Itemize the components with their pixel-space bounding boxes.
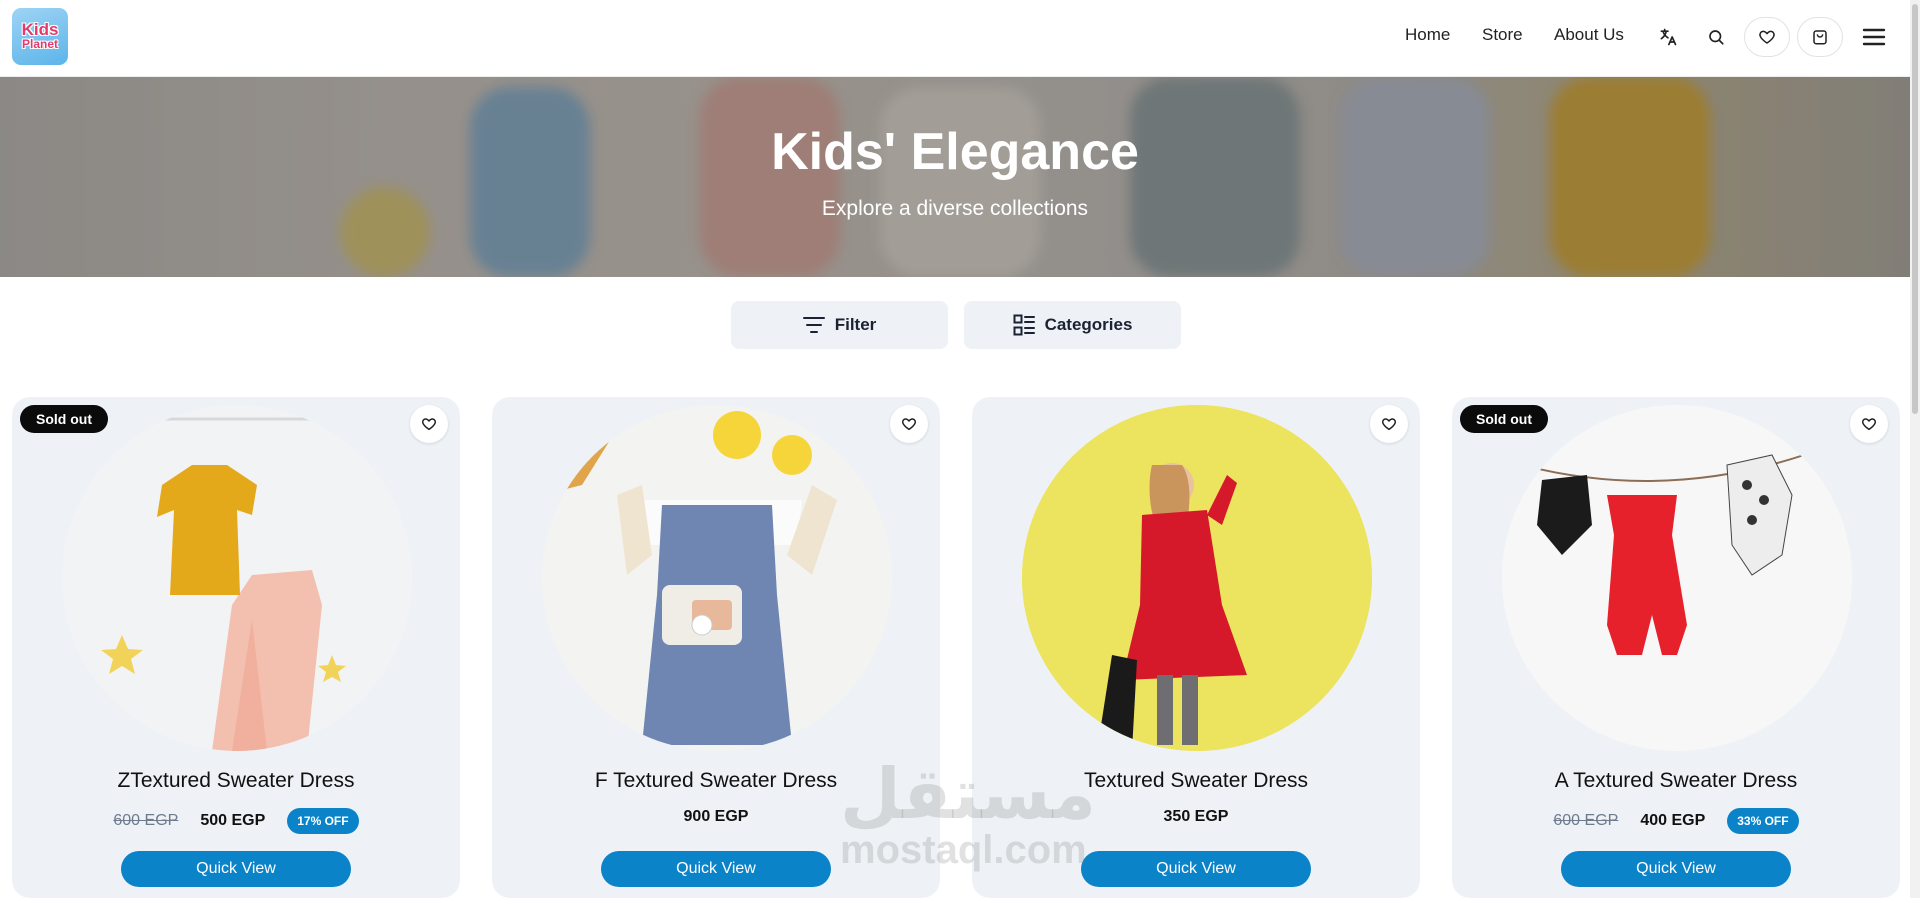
filter-label: Filter <box>834 315 877 334</box>
sold-out-badge: Sold out <box>20 405 108 433</box>
quick-view-button[interactable]: Quick View <box>1561 851 1791 887</box>
heart-icon <box>1759 30 1775 44</box>
heart-icon <box>1862 418 1876 431</box>
product-title[interactable]: F Textured Sweater Dress <box>492 769 940 793</box>
scrollbar-thumb[interactable] <box>1912 4 1918 414</box>
nav-store[interactable]: Store <box>1482 25 1523 45</box>
product-image[interactable] <box>1502 405 1852 751</box>
product-image[interactable] <box>542 405 892 751</box>
logo-text-kids: Kids <box>21 20 59 39</box>
product-title[interactable]: Textured Sweater Dress <box>972 769 1420 793</box>
add-to-wishlist-button[interactable] <box>1370 405 1408 443</box>
nav-home[interactable]: Home <box>1405 25 1450 45</box>
heart-icon <box>422 418 436 431</box>
price-row: 350 EGP <box>972 808 1420 826</box>
current-price: 900 EGP <box>683 808 749 825</box>
add-to-wishlist-button[interactable] <box>1850 405 1888 443</box>
sold-out-badge: Sold out <box>1460 405 1548 433</box>
wishlist-button[interactable] <box>1744 17 1790 57</box>
heart-icon <box>902 418 916 431</box>
categories-icon <box>1013 314 1035 336</box>
price-row: 900 EGP <box>492 808 940 826</box>
product-title[interactable]: ZTextured Sweater Dress <box>12 769 460 793</box>
categories-label: Categories <box>1044 315 1133 334</box>
nav-about-us[interactable]: About Us <box>1554 25 1624 45</box>
quick-view-button[interactable]: Quick View <box>601 851 831 887</box>
old-price: 600 EGP <box>1553 812 1619 829</box>
price-row: 600 EGP 400 EGP 33% OFF <box>1452 808 1900 834</box>
discount-badge: 17% OFF <box>287 808 359 834</box>
product-card[interactable]: Sold out ZTextured Sweater Dress 600 EGP… <box>12 397 460 898</box>
current-price: 350 EGP <box>1163 808 1229 825</box>
translate-icon[interactable] <box>1655 24 1681 50</box>
add-to-wishlist-button[interactable] <box>890 405 928 443</box>
kids-planet-logo[interactable]: Kids Planet <box>12 8 68 65</box>
current-price: 500 EGP <box>200 812 266 829</box>
product-image[interactable] <box>1022 405 1372 751</box>
hero-title: Kids' Elegance <box>771 123 1139 181</box>
product-card[interactable]: Textured Sweater Dress 350 EGP Quick Vie… <box>972 397 1420 898</box>
quick-view-button[interactable]: Quick View <box>121 851 351 887</box>
heart-icon <box>1382 418 1396 431</box>
current-price: 400 EGP <box>1640 812 1706 829</box>
product-title[interactable]: A Textured Sweater Dress <box>1452 769 1900 793</box>
page-scrollbar[interactable] <box>1910 0 1920 898</box>
cart-button[interactable] <box>1797 17 1843 57</box>
old-price: 600 EGP <box>113 812 179 829</box>
add-to-wishlist-button[interactable] <box>410 405 448 443</box>
discount-badge: 33% OFF <box>1727 808 1799 834</box>
categories-button[interactable]: Categories <box>964 301 1181 349</box>
product-image[interactable] <box>62 405 412 751</box>
filter-icon <box>802 317 825 333</box>
product-card[interactable]: F Textured Sweater Dress 900 EGP Quick V… <box>492 397 940 898</box>
top-header: Kids Planet Home Store About Us <box>0 0 1910 77</box>
search-icon[interactable] <box>1703 24 1729 50</box>
product-card[interactable]: Sold out A Textured Sweater Dress 600 EG… <box>1452 397 1900 898</box>
quick-view-button[interactable]: Quick View <box>1081 851 1311 887</box>
menu-icon[interactable] <box>1859 24 1889 50</box>
filter-button[interactable]: Filter <box>731 301 948 349</box>
hero-banner: Kids' Elegance Explore a diverse collect… <box>0 77 1910 277</box>
cart-icon <box>1813 30 1827 45</box>
price-row: 600 EGP 500 EGP 17% OFF <box>12 808 460 834</box>
hero-subtitle: Explore a diverse collections <box>821 197 1089 220</box>
logo-text-planet: Planet <box>21 37 58 51</box>
